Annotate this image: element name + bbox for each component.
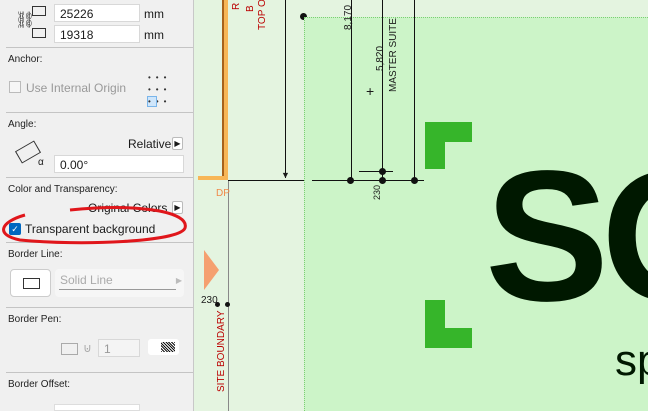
logo-bracket-top <box>425 122 472 169</box>
logo-bracket-bottom <box>425 300 472 348</box>
divider <box>6 47 193 48</box>
master-suite-label: MASTER SUITE <box>388 18 399 92</box>
logo-subtext-frame: sp <box>615 336 648 385</box>
height-unit: mm <box>144 28 164 42</box>
logo-text-frame: SO <box>485 133 648 333</box>
logo-subtext: sp <box>615 336 648 385</box>
pen-weight-icon: ⊍ <box>83 341 92 355</box>
height-input[interactable]: 19318 <box>54 25 140 43</box>
border-pen-input[interactable]: 1 <box>98 339 140 357</box>
divider <box>6 307 193 308</box>
width-unit: mm <box>144 7 164 21</box>
border-line-select[interactable]: Solid Line ▶ <box>55 269 184 297</box>
border-pen-label: Border Pen: <box>8 314 62 325</box>
anchor-label: Anchor: <box>8 54 43 65</box>
divider <box>6 112 193 113</box>
pen-color-button[interactable] <box>148 339 179 355</box>
border-line-label: Border Line: <box>8 249 63 260</box>
angle-mode-button[interactable]: ▶ <box>172 137 183 150</box>
annotation-top: TOP O <box>257 0 268 30</box>
angle-label: Angle: <box>8 119 37 130</box>
divider <box>6 177 193 178</box>
angle-mode-label: Relative <box>128 137 172 151</box>
height-icon <box>32 28 46 38</box>
border-offset-input[interactable] <box>54 404 140 411</box>
angle-input[interactable]: 0.00° <box>54 155 184 173</box>
wall <box>198 0 228 180</box>
crosshair-icon: + <box>366 83 375 99</box>
divider <box>6 372 193 373</box>
annotation-b: B <box>245 5 256 12</box>
door-triangle-icon <box>204 250 219 290</box>
use-internal-origin-checkbox[interactable] <box>9 81 21 93</box>
pen-icon <box>61 343 78 355</box>
arrow-down-icon: ▼ <box>281 170 290 180</box>
site-boundary-label: SITE BOUNDARY <box>216 310 227 393</box>
border-offset-label: Border Offset: <box>8 379 71 390</box>
highlight-ellipse <box>2 206 187 245</box>
dim-8170: 8,170 <box>343 4 354 30</box>
color-transparency-label: Color and Transparency: <box>8 184 118 195</box>
width-input[interactable]: 25226 <box>54 4 140 22</box>
anchor-point-grid[interactable]: ••• ••• ••• <box>147 72 184 107</box>
dim-230-center: 230 <box>372 184 382 200</box>
wall-bottom <box>198 176 228 180</box>
border-line-type-button[interactable] <box>10 269 51 297</box>
alpha-symbol: α <box>38 157 44 168</box>
dp-label: DP <box>216 188 230 199</box>
border-line-value: Solid Line <box>60 273 113 287</box>
use-internal-origin-label: Use Internal Origin <box>26 81 127 95</box>
width-icon <box>32 6 46 16</box>
annotation-r: R <box>231 2 242 10</box>
dim-5820: 5,820 <box>375 45 386 71</box>
logo-text: SO <box>485 133 648 333</box>
